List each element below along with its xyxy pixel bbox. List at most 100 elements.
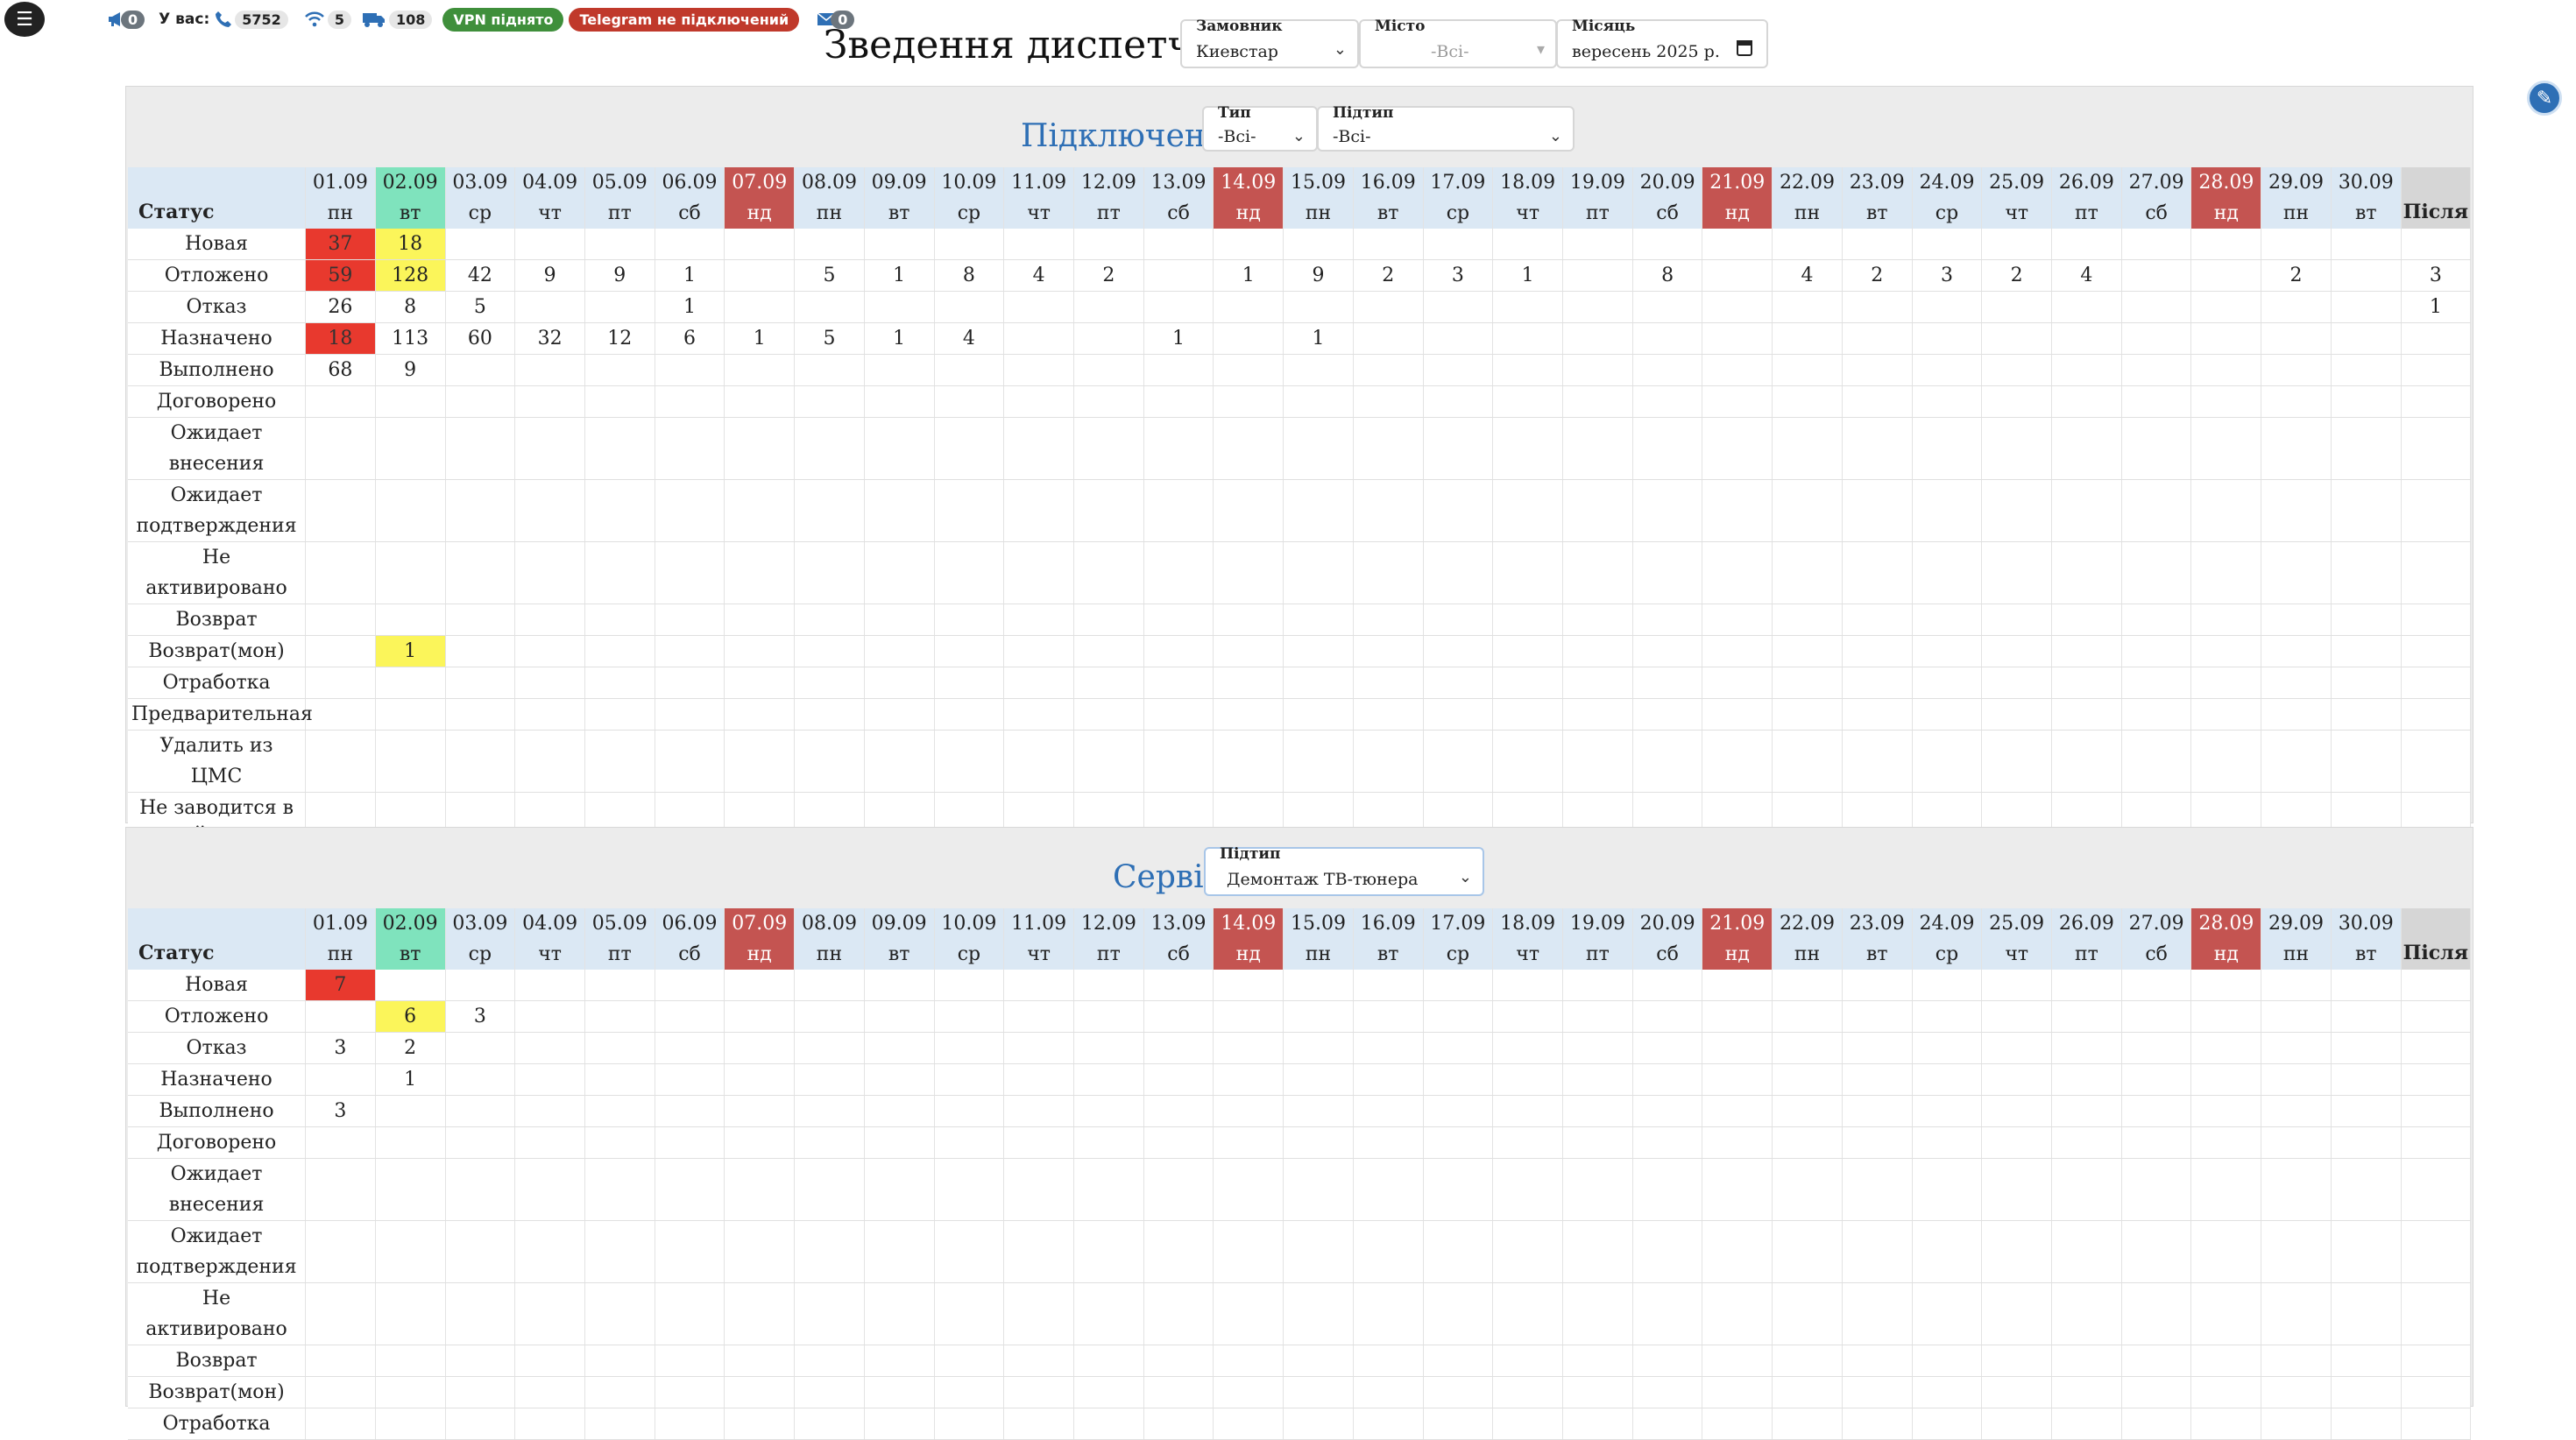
count-cell[interactable]: 8 [1632, 259, 1703, 292]
count-cell[interactable]: 18 [305, 322, 376, 355]
count-cell[interactable]: 4 [934, 322, 1005, 355]
day-column-header[interactable]: 20.09 сб [1632, 908, 1703, 970]
count-cell[interactable]: 2 [1353, 259, 1424, 292]
count-cell[interactable]: 9 [514, 259, 585, 292]
after-cell[interactable] [2401, 417, 2472, 480]
day-column-header[interactable]: 04.09 чт [514, 908, 585, 970]
day-column-header[interactable]: 10.09 ср [934, 908, 1005, 970]
day-column-header[interactable]: 29.09 пн [2261, 167, 2332, 229]
after-cell[interactable] [2401, 541, 2472, 604]
count-cell[interactable]: 113 [375, 322, 446, 355]
after-cell[interactable] [2401, 1282, 2472, 1345]
day-column-header[interactable]: 25.09 чт [1981, 908, 2053, 970]
after-cell[interactable] [2401, 1408, 2472, 1440]
count-cell[interactable]: 32 [514, 322, 585, 355]
day-column-header[interactable]: 18.09 чт [1492, 908, 1563, 970]
day-column-header[interactable]: 30.09 вт [2331, 167, 2402, 229]
day-column-header[interactable]: 24.09 ср [1912, 167, 1983, 229]
count-cell[interactable]: 3 [445, 1000, 516, 1033]
count-cell[interactable]: 9 [584, 259, 655, 292]
calendar-icon[interactable] [1737, 40, 1752, 56]
day-column-header[interactable]: 11.09 чт [1003, 167, 1074, 229]
count-cell[interactable]: 2 [1981, 259, 2053, 292]
day-column-header[interactable]: 03.09 ср [445, 908, 516, 970]
day-column-header[interactable]: 10.09 ср [934, 167, 1005, 229]
type-select[interactable]: Тип -Всі- ⌄ [1202, 104, 1318, 152]
count-cell[interactable]: 1 [1143, 322, 1214, 355]
count-cell[interactable]: 4 [2051, 259, 2122, 292]
day-column-header[interactable]: 05.09 пт [584, 908, 655, 970]
count-cell[interactable]: 6 [375, 1000, 446, 1033]
day-column-header[interactable]: 06.09 сб [655, 167, 725, 229]
count-cell[interactable]: 18 [375, 229, 446, 260]
day-column-header[interactable]: 15.09 пн [1283, 908, 1354, 970]
after-cell[interactable] [2401, 1158, 2472, 1221]
count-cell[interactable]: 4 [1003, 259, 1074, 292]
count-cell[interactable]: 3 [1912, 259, 1983, 292]
day-column-header[interactable]: 21.09 нд [1702, 167, 1773, 229]
count-cell[interactable]: 1 [375, 635, 446, 667]
after-cell[interactable] [2401, 604, 2472, 636]
count-cell[interactable]: 4 [1772, 259, 1843, 292]
day-column-header[interactable]: 26.09 пт [2051, 167, 2122, 229]
subtype-select[interactable]: Підтип -Всі- ⌄ [1317, 104, 1575, 152]
day-column-header[interactable]: 22.09 пн [1772, 167, 1843, 229]
day-column-header[interactable]: 14.09 нд [1213, 167, 1284, 229]
count-cell[interactable]: 9 [1283, 259, 1354, 292]
count-cell[interactable]: 3 [305, 1032, 376, 1064]
day-column-header[interactable]: 05.09 пт [584, 167, 655, 229]
after-cell[interactable] [2401, 1220, 2472, 1283]
count-cell[interactable]: 2 [375, 1032, 446, 1064]
count-cell[interactable]: 3 [305, 1095, 376, 1127]
count-cell[interactable]: 5 [445, 291, 516, 323]
count-cell[interactable]: 2 [1073, 259, 1144, 292]
count-cell[interactable]: 12 [584, 322, 655, 355]
day-column-header[interactable]: 12.09 пт [1073, 908, 1144, 970]
day-column-header[interactable]: 23.09 вт [1842, 167, 1913, 229]
day-column-header[interactable]: 07.09 нд [724, 908, 796, 970]
customer-select[interactable]: Замовник Киевстар ⌄ [1180, 18, 1359, 68]
day-column-header[interactable]: 16.09 вт [1353, 908, 1424, 970]
after-cell[interactable] [2401, 1000, 2472, 1033]
count-cell[interactable]: 1 [724, 322, 796, 355]
after-cell[interactable] [2401, 970, 2472, 1001]
day-column-header[interactable]: 02.09 вт [375, 908, 446, 970]
day-column-header[interactable]: 01.09 пн [305, 908, 376, 970]
day-column-header[interactable]: 19.09 пт [1562, 167, 1633, 229]
day-column-header[interactable]: 28.09 нд [2190, 167, 2262, 229]
announcements[interactable]: 0 [107, 10, 145, 29]
after-cell[interactable] [2401, 322, 2472, 355]
count-cell[interactable]: 2 [2261, 259, 2332, 292]
day-column-header[interactable]: 09.09 вт [864, 908, 935, 970]
day-column-header[interactable]: 09.09 вт [864, 167, 935, 229]
count-cell[interactable]: 1 [655, 259, 725, 292]
day-column-header[interactable]: 26.09 пт [2051, 908, 2122, 970]
after-cell[interactable] [2401, 1095, 2472, 1127]
day-column-header[interactable]: 22.09 пн [1772, 908, 1843, 970]
count-cell[interactable]: 1 [1492, 259, 1563, 292]
count-cell[interactable]: 8 [375, 291, 446, 323]
count-cell[interactable]: 6 [655, 322, 725, 355]
day-column-header[interactable]: 21.09 нд [1702, 908, 1773, 970]
count-cell[interactable]: 5 [794, 259, 865, 292]
after-cell[interactable] [2401, 667, 2472, 699]
count-cell[interactable]: 8 [934, 259, 1005, 292]
count-cell[interactable]: 2 [1842, 259, 1913, 292]
after-cell[interactable] [2401, 479, 2472, 542]
after-cell[interactable]: 3 [2401, 259, 2472, 292]
day-column-header[interactable]: 24.09 ср [1912, 908, 1983, 970]
count-cell[interactable]: 1 [864, 259, 935, 292]
day-column-header[interactable]: 04.09 чт [514, 167, 585, 229]
day-column-header[interactable]: 25.09 чт [1981, 167, 2053, 229]
count-cell[interactable]: 42 [445, 259, 516, 292]
count-cell[interactable]: 9 [375, 354, 446, 386]
city-select[interactable]: Місто -Всі- ▾ [1359, 18, 1557, 68]
count-cell[interactable]: 60 [445, 322, 516, 355]
day-column-header[interactable]: 16.09 вт [1353, 167, 1424, 229]
count-cell[interactable]: 1 [1283, 322, 1354, 355]
after-cell[interactable] [2401, 354, 2472, 386]
day-column-header[interactable]: 17.09 ср [1423, 908, 1494, 970]
day-column-header[interactable]: 27.09 сб [2121, 908, 2192, 970]
count-cell[interactable]: 128 [375, 259, 446, 292]
count-cell[interactable]: 1 [655, 291, 725, 323]
